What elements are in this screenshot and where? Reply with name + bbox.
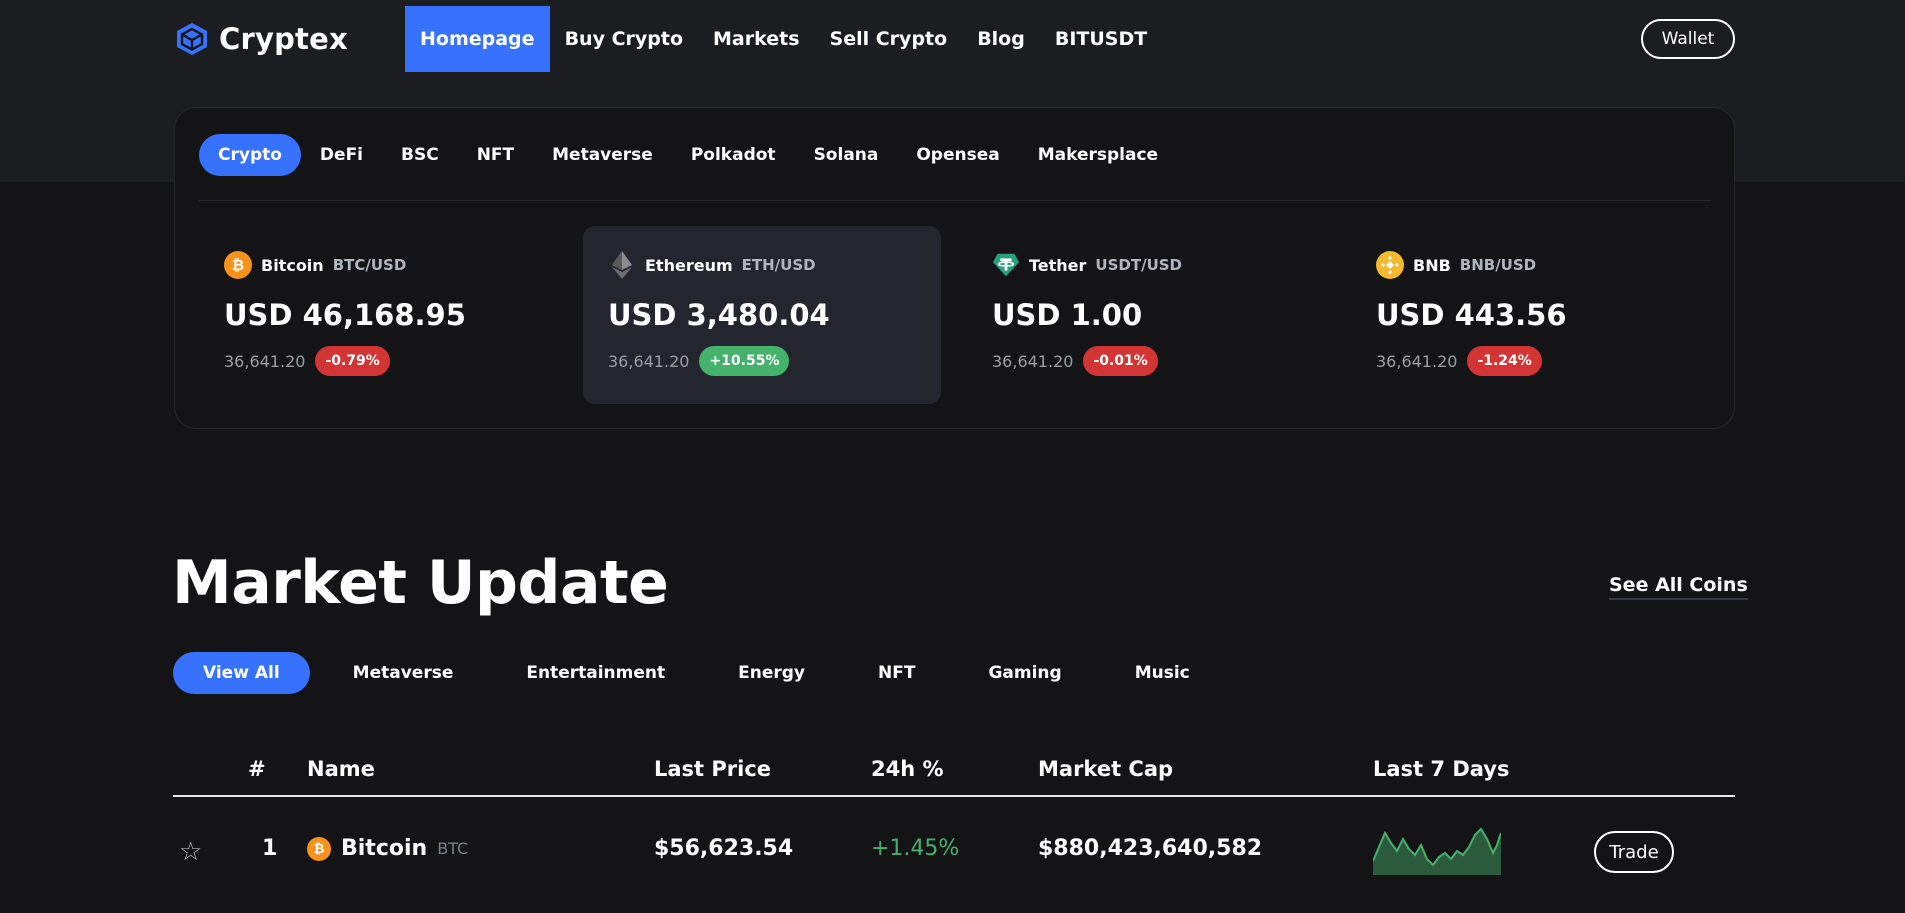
coin-sub-value: 36,641.20 (608, 351, 690, 371)
nav-item-blog[interactable]: Blog (962, 6, 1040, 72)
column-name[interactable]: Name (307, 757, 375, 781)
market-table-header: # Name Last Price 24h % Market Cap Last … (173, 751, 1735, 797)
coin-name: Bitcoin (261, 255, 324, 275)
tab-makersplace[interactable]: Makersplace (1019, 134, 1177, 176)
tether-icon (992, 251, 1020, 279)
nav-item-bitusdt[interactable]: BITUSDT (1040, 6, 1162, 72)
filter-entertainment[interactable]: Entertainment (496, 652, 695, 694)
divider (199, 200, 1711, 201)
see-all-coins-link[interactable]: See All Coins (1609, 574, 1748, 600)
cube-icon (177, 23, 207, 55)
ticker-panel: Crypto DeFi BSC NFT Metaverse Polkadot S… (174, 107, 1735, 429)
coin-card-tether[interactable]: Tether USDT/USD USD 1.00 36,641.20 -0.01… (967, 226, 1325, 404)
tab-opensea[interactable]: Opensea (897, 134, 1018, 176)
filter-music[interactable]: Music (1105, 652, 1220, 694)
column-last-7-days: Last 7 Days (1373, 757, 1510, 781)
row-last-price: $56,623.54 (654, 836, 794, 861)
sparkline-chart (1373, 827, 1501, 875)
tab-bsc[interactable]: BSC (382, 134, 458, 176)
filter-energy[interactable]: Energy (708, 652, 835, 694)
tab-defi[interactable]: DeFi (301, 134, 382, 176)
market-filter-tabs: View All Metaverse Entertainment Energy … (173, 652, 1233, 694)
nav-item-homepage[interactable]: Homepage (405, 6, 550, 72)
wallet-button[interactable]: Wallet (1641, 19, 1735, 59)
row-rank: 1 (262, 836, 278, 861)
coin-card-bnb[interactable]: BNB BNB/USD USD 443.56 36,641.20 -1.24% (1351, 226, 1709, 404)
coin-name: Ethereum (645, 255, 733, 275)
coin-pair: ETH/USD (741, 256, 816, 274)
coin-card-bitcoin[interactable]: ₿ Bitcoin BTC/USD USD 46,168.95 36,641.2… (199, 226, 557, 404)
star-outline-icon[interactable]: ☆ (179, 837, 202, 867)
tab-metaverse[interactable]: Metaverse (533, 134, 672, 176)
row-market-cap: $880,423,640,582 (1038, 836, 1263, 861)
nav-item-sell-crypto[interactable]: Sell Crypto (815, 6, 963, 72)
filter-metaverse[interactable]: Metaverse (323, 652, 484, 694)
filter-nft[interactable]: NFT (848, 652, 945, 694)
column-rank: # (248, 757, 266, 781)
coin-sub-value: 36,641.20 (224, 351, 306, 371)
coin-pair: BTC/USD (332, 256, 407, 274)
category-tabs: Crypto DeFi BSC NFT Metaverse Polkadot S… (199, 134, 1177, 176)
ethereum-icon (608, 251, 636, 279)
table-row[interactable]: ☆ 1 ₿ Bitcoin BTC $56,623.54 +1.45% $880… (173, 797, 1735, 913)
nav-item-markets[interactable]: Markets (698, 6, 815, 72)
tab-nft[interactable]: NFT (458, 134, 533, 176)
market-update-title: Market Update (172, 548, 669, 618)
change-badge: -0.79% (315, 346, 390, 376)
bitcoin-icon: ₿ (307, 836, 331, 861)
coin-price: USD 3,480.04 (608, 298, 830, 332)
coin-sub-value: 36,641.20 (992, 351, 1074, 371)
coin-price: USD 1.00 (992, 298, 1143, 332)
bnb-icon (1376, 251, 1404, 279)
coin-name: BNB (1413, 255, 1451, 275)
header: Cryptex Homepage Buy Crypto Markets Sell… (0, 0, 1905, 78)
main-nav: Homepage Buy Crypto Markets Sell Crypto … (405, 6, 1162, 72)
coin-name: Tether (1029, 255, 1087, 275)
row-coin-symbol: BTC (437, 839, 469, 858)
coin-card-ethereum[interactable]: Ethereum ETH/USD USD 3,480.04 36,641.20 … (583, 226, 941, 404)
change-badge: -1.24% (1467, 346, 1542, 376)
trade-button[interactable]: Trade (1594, 831, 1674, 873)
row-24h-change: +1.45% (871, 836, 960, 861)
coin-price: USD 46,168.95 (224, 298, 466, 332)
change-badge: +10.55% (699, 346, 790, 376)
filter-view-all[interactable]: View All (173, 652, 310, 694)
tab-solana[interactable]: Solana (795, 134, 898, 176)
change-badge: -0.01% (1083, 346, 1158, 376)
column-24h-change[interactable]: 24h % (871, 757, 944, 781)
bitcoin-icon: ₿ (224, 251, 252, 279)
nav-item-buy-crypto[interactable]: Buy Crypto (550, 6, 698, 72)
logo[interactable]: Cryptex (175, 20, 348, 58)
coin-pair: BNB/USD (1459, 256, 1537, 274)
coin-sub-value: 36,641.20 (1376, 351, 1458, 371)
column-market-cap[interactable]: Market Cap (1038, 757, 1173, 781)
coin-pair: USDT/USD (1095, 256, 1183, 274)
tab-crypto[interactable]: Crypto (199, 134, 301, 176)
column-last-price[interactable]: Last Price (654, 757, 771, 781)
filter-gaming[interactable]: Gaming (958, 652, 1091, 694)
row-coin[interactable]: ₿ Bitcoin BTC (307, 836, 468, 861)
logo-text: Cryptex (219, 22, 348, 56)
row-coin-name: Bitcoin (341, 836, 428, 861)
tab-polkadot[interactable]: Polkadot (672, 134, 795, 176)
coin-price: USD 443.56 (1376, 298, 1567, 332)
